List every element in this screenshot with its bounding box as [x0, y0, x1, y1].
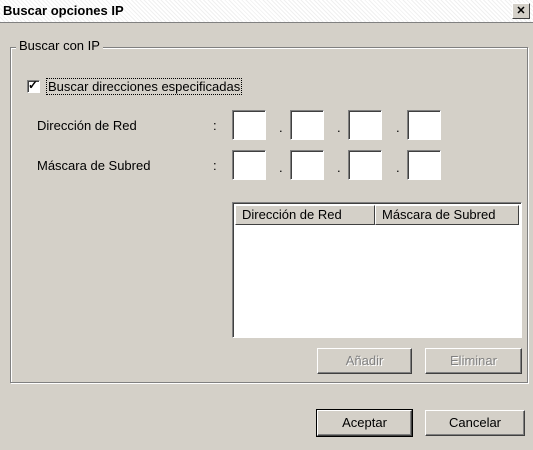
column-header-mask[interactable]: Máscara de Subred — [375, 205, 519, 225]
search-specified-label[interactable]: Buscar direcciones especificadas — [46, 78, 243, 95]
network-octet-2-input[interactable] — [290, 110, 324, 140]
close-button[interactable]: ✕ — [512, 3, 530, 19]
search-specified-checkbox[interactable]: ✓ — [27, 78, 40, 93]
network-separator-3: . — [396, 120, 400, 135]
checkmark-icon: ✓ — [28, 78, 39, 92]
network-octet-3-input[interactable] — [348, 110, 382, 140]
address-list[interactable]: Dirección de Red Máscara de Subred — [232, 202, 522, 338]
network-address-colon: : — [213, 118, 217, 133]
cancel-button[interactable]: Cancelar — [425, 410, 525, 436]
mask-octet-1-input[interactable] — [232, 150, 266, 180]
network-separator-2: . — [337, 120, 341, 135]
network-octet-1-input[interactable] — [232, 110, 266, 140]
network-address-label: Dirección de Red — [37, 118, 137, 133]
close-icon: ✕ — [516, 5, 526, 17]
network-separator-1: . — [279, 120, 283, 135]
title-bar[interactable]: Buscar opciones IP ✕ — [0, 0, 533, 23]
subnet-mask-label: Máscara de Subred — [37, 158, 151, 173]
mask-octet-2-input[interactable] — [290, 150, 324, 180]
mask-separator-1: . — [279, 160, 283, 175]
ok-button[interactable]: Aceptar — [316, 409, 413, 437]
network-octet-4-input[interactable] — [407, 110, 441, 140]
search-specified-addresses-option[interactable]: ✓ Buscar direcciones especificadas — [27, 78, 243, 95]
remove-button[interactable]: Eliminar — [425, 348, 522, 374]
window-title: Buscar opciones IP — [3, 3, 124, 18]
list-header: Dirección de Red Máscara de Subred — [235, 205, 519, 225]
mask-octet-4-input[interactable] — [407, 150, 441, 180]
add-button[interactable]: Añadir — [317, 348, 412, 374]
mask-octet-3-input[interactable] — [348, 150, 382, 180]
group-legend: Buscar con IP — [16, 38, 103, 53]
mask-separator-2: . — [337, 160, 341, 175]
column-header-network[interactable]: Dirección de Red — [235, 205, 375, 225]
mask-separator-3: . — [396, 160, 400, 175]
subnet-mask-colon: : — [213, 158, 217, 173]
